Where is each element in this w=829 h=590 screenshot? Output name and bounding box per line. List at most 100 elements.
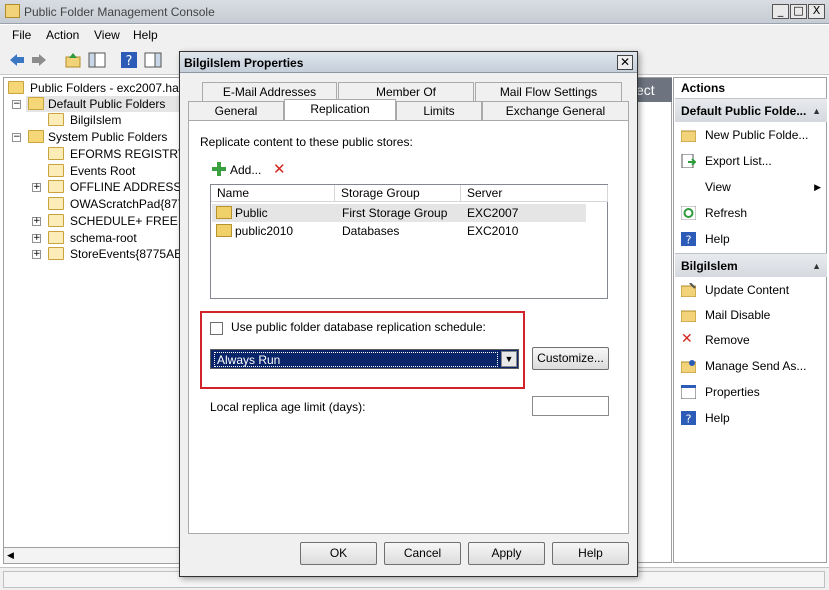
row-server: EXC2007	[467, 206, 519, 220]
table-row[interactable]: Public First Storage Group EXC2007	[212, 204, 586, 222]
public-folder-icon	[48, 113, 64, 126]
cancel-button[interactable]: Cancel	[384, 542, 461, 565]
apply-button[interactable]: Apply	[468, 542, 545, 565]
minimize-button[interactable]: _	[772, 4, 789, 19]
collapse-up-icon[interactable]: ▲	[812, 99, 821, 123]
actions-section-bilgiislem[interactable]: BilgiIslem ▲	[675, 253, 827, 277]
column-header-storage-group[interactable]: Storage Group	[335, 185, 461, 202]
action-manage-send-as[interactable]: Manage Send As...	[675, 355, 825, 377]
replicate-content-label: Replicate content to these public stores…	[200, 135, 413, 149]
row-name: public2010	[235, 224, 294, 238]
age-limit-input[interactable]	[532, 396, 609, 416]
action-label: Help	[705, 232, 730, 246]
tab-mail-flow-settings[interactable]: Mail Flow Settings	[475, 82, 622, 101]
public-stores-list[interactable]: Name Storage Group Server Public First S…	[210, 184, 608, 299]
help-button[interactable]: Help	[552, 542, 629, 565]
menu-action[interactable]: Action	[46, 28, 79, 42]
actions-title: Actions	[681, 81, 726, 95]
action-view[interactable]: View ▶	[675, 176, 825, 198]
row-storage-group: Databases	[342, 224, 400, 238]
action-help[interactable]: ? Help	[675, 228, 825, 250]
update-content-icon	[681, 283, 696, 297]
close-button[interactable]: X	[808, 4, 825, 19]
scroll-left-icon[interactable]: ◀	[7, 550, 14, 561]
tree-item-label: Public Folders - exc2007.hasa	[30, 81, 181, 95]
replication-schedule-checkbox[interactable]	[210, 322, 223, 335]
action-help-bilgiislem[interactable]: ? Help	[675, 407, 825, 429]
help-icon: ?	[681, 411, 696, 425]
folder-icon	[28, 97, 44, 110]
menu-file[interactable]: File	[12, 28, 31, 42]
properties-icon	[681, 385, 696, 399]
expand-icon[interactable]: +	[32, 217, 41, 226]
app-icon	[5, 4, 20, 18]
replication-schedule-select[interactable]: Always Run ▼	[210, 349, 519, 369]
action-label: Export List...	[705, 154, 772, 168]
actions-section-default-public-folders[interactable]: Default Public Folde... ▲	[675, 98, 827, 122]
menu-view[interactable]: View	[94, 28, 120, 42]
action-refresh[interactable]: Refresh	[675, 202, 825, 224]
actions-pane: Actions Default Public Folde... ▲ New Pu…	[673, 77, 827, 563]
customize-button[interactable]: Customize...	[532, 347, 609, 370]
public-folder-icon	[48, 214, 64, 227]
table-row[interactable]: public2010 Databases EXC2010	[212, 222, 586, 240]
column-header-name[interactable]: Name	[211, 185, 335, 202]
tree-item-label: Default Public Folders	[48, 97, 166, 111]
export-list-icon	[681, 154, 696, 168]
action-export-list[interactable]: Export List...	[675, 150, 825, 172]
up-folder-icon[interactable]	[64, 51, 82, 69]
tab-general[interactable]: General	[188, 101, 284, 120]
age-limit-label: Local replica age limit (days):	[210, 400, 366, 414]
collapse-up-icon[interactable]: ▲	[812, 254, 821, 278]
expand-icon[interactable]: +	[32, 183, 41, 192]
row-server: EXC2010	[467, 224, 519, 238]
expand-icon[interactable]: +	[32, 250, 41, 259]
tree-item-default-public-folders[interactable]: Default Public Folders	[26, 96, 180, 112]
back-arrow-icon[interactable]	[8, 51, 26, 69]
tree-item-label: StoreEvents{8775AE8	[70, 247, 181, 261]
folder-tree[interactable]: Public Folders - exc2007.hasa − Default …	[3, 77, 181, 563]
action-label: Update Content	[705, 283, 790, 297]
tab-exchange-general[interactable]: Exchange General	[482, 101, 629, 120]
show-tree-icon[interactable]	[88, 51, 106, 69]
column-header-server[interactable]: Server	[461, 185, 608, 202]
action-properties[interactable]: Properties	[675, 381, 825, 403]
action-new-public-folder[interactable]: New Public Folde...	[675, 124, 825, 146]
folder-icon	[8, 81, 24, 94]
row-storage-group: First Storage Group	[342, 206, 448, 220]
show-action-pane-icon[interactable]	[144, 51, 162, 69]
row-name: Public	[235, 206, 268, 220]
tab-limits[interactable]: Limits	[396, 101, 482, 120]
refresh-icon	[681, 206, 696, 220]
action-label: Manage Send As...	[705, 359, 807, 373]
action-label: Remove	[705, 333, 750, 347]
add-button[interactable]: Add...	[230, 163, 261, 177]
public-folder-icon	[48, 164, 64, 177]
forward-arrow-icon[interactable]	[30, 51, 48, 69]
remove-x-icon[interactable]: ✕	[273, 162, 286, 177]
tab-replication[interactable]: Replication	[284, 99, 396, 120]
svg-text:?: ?	[126, 54, 133, 69]
tree-item-label: EFORMS REGISTRY	[70, 147, 181, 161]
dialog-title-bar: BilgiIslem Properties ✕	[180, 52, 637, 73]
tree-horizontal-scrollbar[interactable]: ◀	[3, 547, 181, 564]
help-icon[interactable]: ?	[120, 51, 138, 69]
help-icon: ?	[681, 232, 696, 246]
menu-help[interactable]: Help	[133, 28, 158, 42]
action-remove[interactable]: ✕ Remove	[675, 329, 825, 351]
action-update-content[interactable]: Update Content	[675, 279, 825, 301]
maximize-button[interactable]: □	[790, 4, 807, 19]
collapse-icon[interactable]: −	[12, 133, 21, 142]
collapse-icon[interactable]: −	[12, 100, 21, 109]
tree-item-label: OFFLINE ADDRESS BC	[70, 180, 181, 194]
svg-text:?: ?	[686, 234, 692, 247]
chevron-down-icon[interactable]: ▼	[501, 351, 517, 367]
add-plus-icon	[212, 162, 226, 176]
action-mail-disable[interactable]: Mail Disable	[675, 304, 825, 326]
public-folder-icon	[48, 197, 64, 210]
ok-button[interactable]: OK	[300, 542, 377, 565]
expand-icon[interactable]: +	[32, 234, 41, 243]
dialog-close-button[interactable]: ✕	[617, 55, 633, 70]
main-window-title: Public Folder Management Console	[24, 5, 215, 19]
database-folder-icon	[216, 224, 232, 237]
